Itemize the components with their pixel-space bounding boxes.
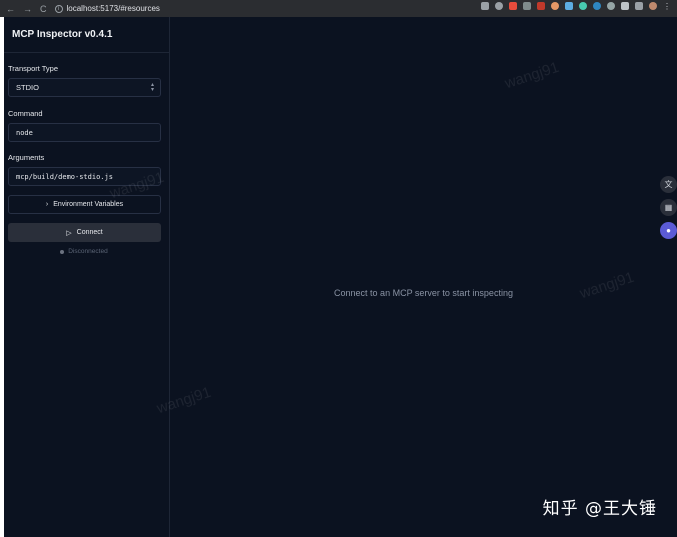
connection-status-text: Disconnected: [68, 248, 108, 255]
extension-icon[interactable]: [593, 2, 601, 10]
translate-icon[interactable]: [481, 2, 489, 10]
address-text[interactable]: localhost:5173/#resources: [67, 4, 160, 13]
avatar[interactable]: [649, 2, 657, 10]
translate-icon[interactable]: 文: [660, 176, 677, 193]
star-icon[interactable]: [495, 2, 503, 10]
floating-toolbar: 文 ▦ ●: [660, 176, 677, 239]
connect-button-label: Connect: [76, 229, 103, 236]
connection-status: Disconnected: [4, 248, 164, 255]
command-input-value: node: [16, 128, 33, 137]
extension-icon[interactable]: [579, 2, 587, 10]
extension-icon[interactable]: [607, 2, 615, 10]
connect-button[interactable]: ▷ Connect: [8, 223, 161, 242]
chevron-right-icon: ›: [45, 201, 49, 208]
download-icon[interactable]: [635, 2, 643, 10]
environment-variables-toggle[interactable]: › Environment Variables: [8, 195, 161, 214]
address-bar[interactable]: i localhost:5173/#resources: [54, 2, 355, 15]
arguments-label: Arguments: [8, 153, 45, 162]
back-icon[interactable]: ←: [6, 4, 15, 14]
sidebar: MCP Inspector v0.4.1 Transport Type STDI…: [4, 17, 170, 537]
inspector-app: MCP Inspector v0.4.1 Transport Type STDI…: [4, 17, 677, 537]
app-title: MCP Inspector v0.4.1: [4, 17, 169, 53]
command-input[interactable]: node: [8, 123, 161, 142]
extensions-puzzle-icon[interactable]: [621, 2, 629, 10]
command-label: Command: [8, 109, 43, 118]
grid-icon[interactable]: ▦: [660, 199, 677, 216]
browser-toolbar: ← → C i localhost:5173/#resources ⋮: [0, 0, 677, 17]
main-panel: Connect to an MCP server to start inspec…: [170, 17, 677, 537]
arguments-input-value: mcp/build/demo-stdio.js: [16, 172, 113, 181]
extension-icon[interactable]: [551, 2, 559, 10]
site-info-icon[interactable]: i: [54, 4, 63, 13]
transport-type-value: STDIO: [16, 83, 39, 92]
attribution-watermark: 知乎 @王大锤: [542, 499, 657, 519]
extension-icon[interactable]: [537, 2, 545, 10]
browser-nav: ← → C: [6, 4, 47, 14]
reload-icon[interactable]: C: [40, 4, 47, 14]
chat-icon[interactable]: ●: [660, 222, 677, 239]
extension-icon[interactable]: [565, 2, 573, 10]
menu-icon[interactable]: ⋮: [663, 2, 671, 11]
extension-icon[interactable]: [523, 2, 531, 10]
extension-tray: ⋮: [481, 2, 671, 11]
play-icon: ▷: [66, 229, 72, 237]
transport-type-select[interactable]: STDIO ▴ ▾: [8, 78, 161, 97]
forward-icon[interactable]: →: [23, 4, 32, 14]
transport-type-label: Transport Type: [8, 64, 59, 73]
extension-icon[interactable]: [509, 2, 517, 10]
status-dot-icon: [60, 249, 65, 254]
select-chevron-icon: ▴ ▾: [150, 82, 154, 93]
